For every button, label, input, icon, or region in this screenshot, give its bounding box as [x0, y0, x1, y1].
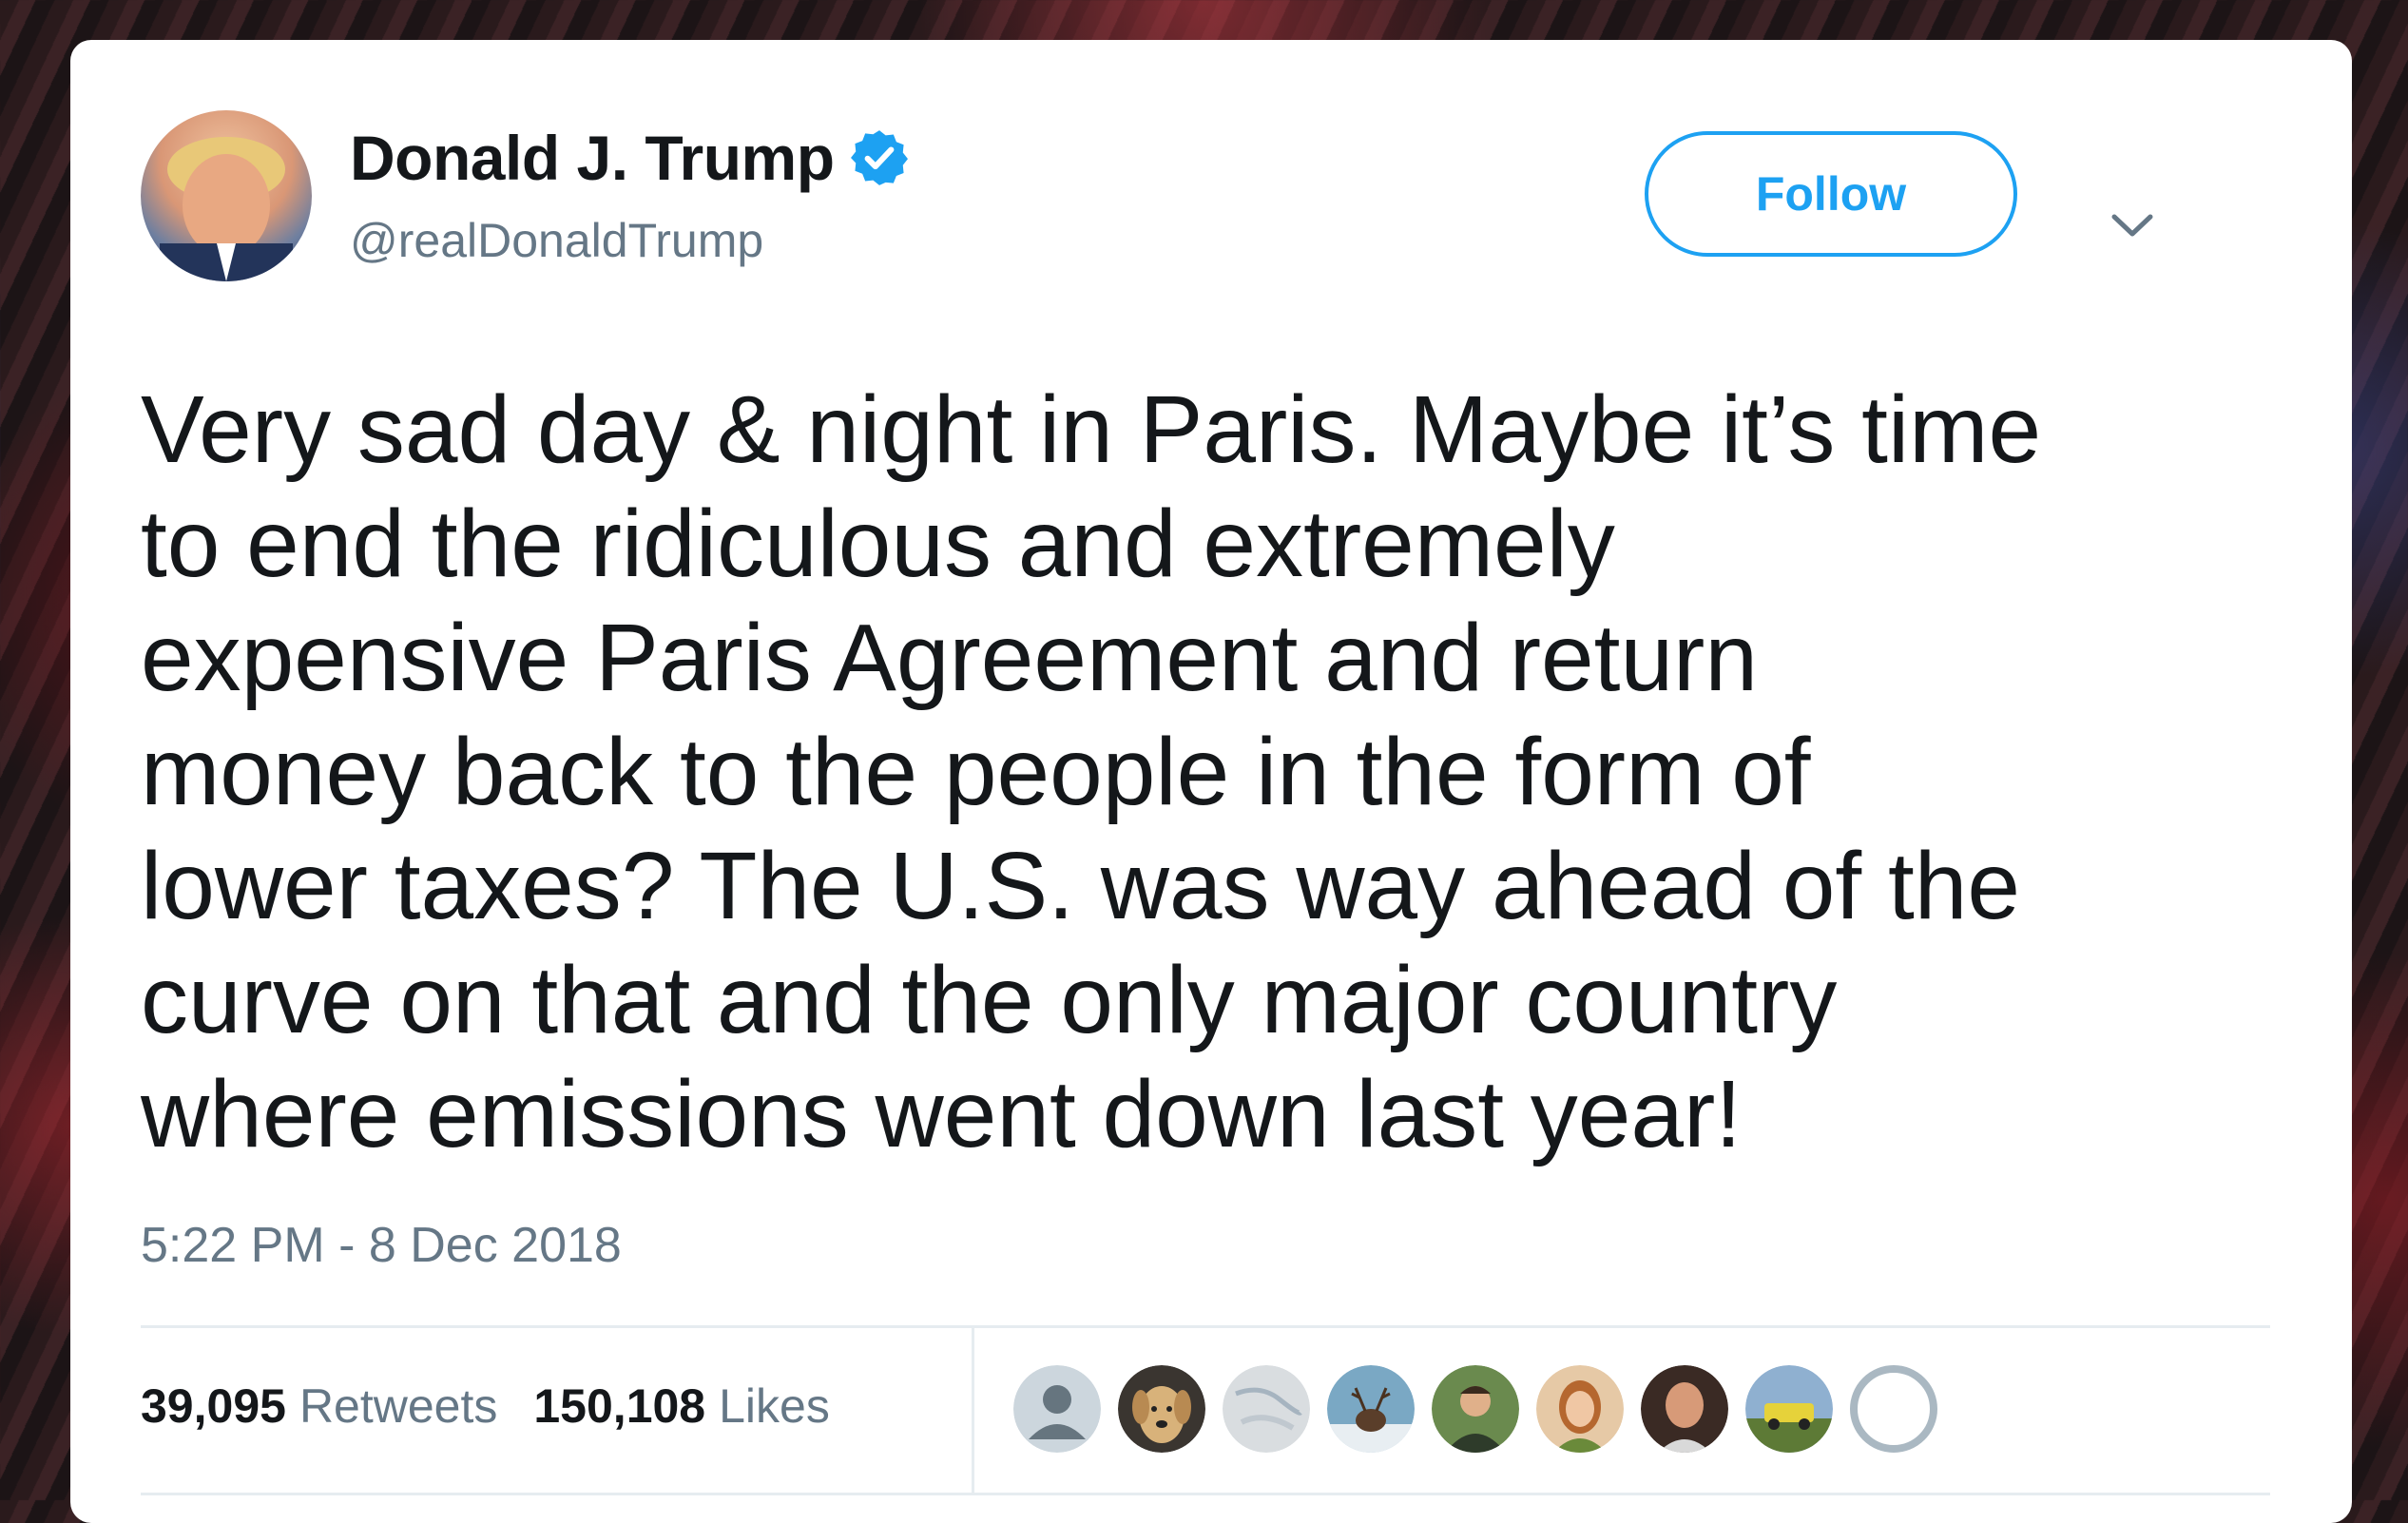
stats-divider-vertical	[972, 1328, 974, 1493]
bald-man-photo-avatar[interactable]	[1641, 1365, 1728, 1453]
tweet-text-line: Very sad day & night in Paris. Maybe it’…	[141, 376, 2042, 483]
likes-label: Likes	[719, 1379, 830, 1433]
default-user-avatar[interactable]	[1013, 1365, 1101, 1453]
more-likers-icon[interactable]	[1850, 1365, 1937, 1453]
dog-photo-avatar[interactable]	[1118, 1365, 1205, 1453]
stats-divider-bottom	[141, 1493, 2270, 1495]
verified-badge-icon	[848, 126, 911, 189]
author-avatar[interactable]	[141, 110, 312, 281]
tweet-text-line: expensive Paris Agreement and return	[141, 605, 1758, 711]
author-photo-icon	[160, 137, 293, 281]
author-name[interactable]: Donald J. Trump	[350, 122, 835, 194]
follow-button[interactable]: Follow	[1645, 131, 2017, 257]
retweets-stat[interactable]: 39,095 Retweets	[141, 1378, 497, 1434]
tweet-text-line: to end the ridiculous and extremely	[141, 491, 1615, 597]
chevron-down-icon[interactable]	[2109, 209, 2156, 241]
tweet-text-line: lower taxes? The U.S. was way ahead of t…	[141, 833, 2021, 939]
stats-divider-top	[141, 1325, 2270, 1328]
deer-photo-avatar[interactable]	[1327, 1365, 1415, 1453]
likes-count: 150,108	[533, 1379, 706, 1433]
tweet-stats: 39,095 Retweets 150,108 Likes	[141, 1378, 830, 1434]
likes-stat[interactable]: 150,108 Likes	[533, 1378, 829, 1434]
retweets-count: 39,095	[141, 1379, 286, 1433]
tweet-text-line: money back to the people in the form of	[141, 719, 1811, 825]
man-photo-avatar[interactable]	[1432, 1365, 1519, 1453]
woman-photo-avatar[interactable]	[1536, 1365, 1624, 1453]
tweet-text-line: curve on that and the only major country	[141, 947, 1838, 1053]
author-name-row: Donald J. Trump	[350, 122, 911, 194]
map-photo-avatar[interactable]	[1223, 1365, 1310, 1453]
liker-avatars	[1013, 1365, 1937, 1453]
author-handle[interactable]: @realDonaldTrump	[350, 213, 763, 268]
car-photo-avatar[interactable]	[1745, 1365, 1833, 1453]
tweet-text-line: where emissions went down last year!	[141, 1061, 1743, 1167]
retweets-label: Retweets	[299, 1379, 498, 1433]
tweet-text: Very sad day & night in Paris. Maybe it’…	[141, 373, 2270, 1171]
tweet-timestamp[interactable]: 5:22 PM - 8 Dec 2018	[141, 1217, 622, 1274]
